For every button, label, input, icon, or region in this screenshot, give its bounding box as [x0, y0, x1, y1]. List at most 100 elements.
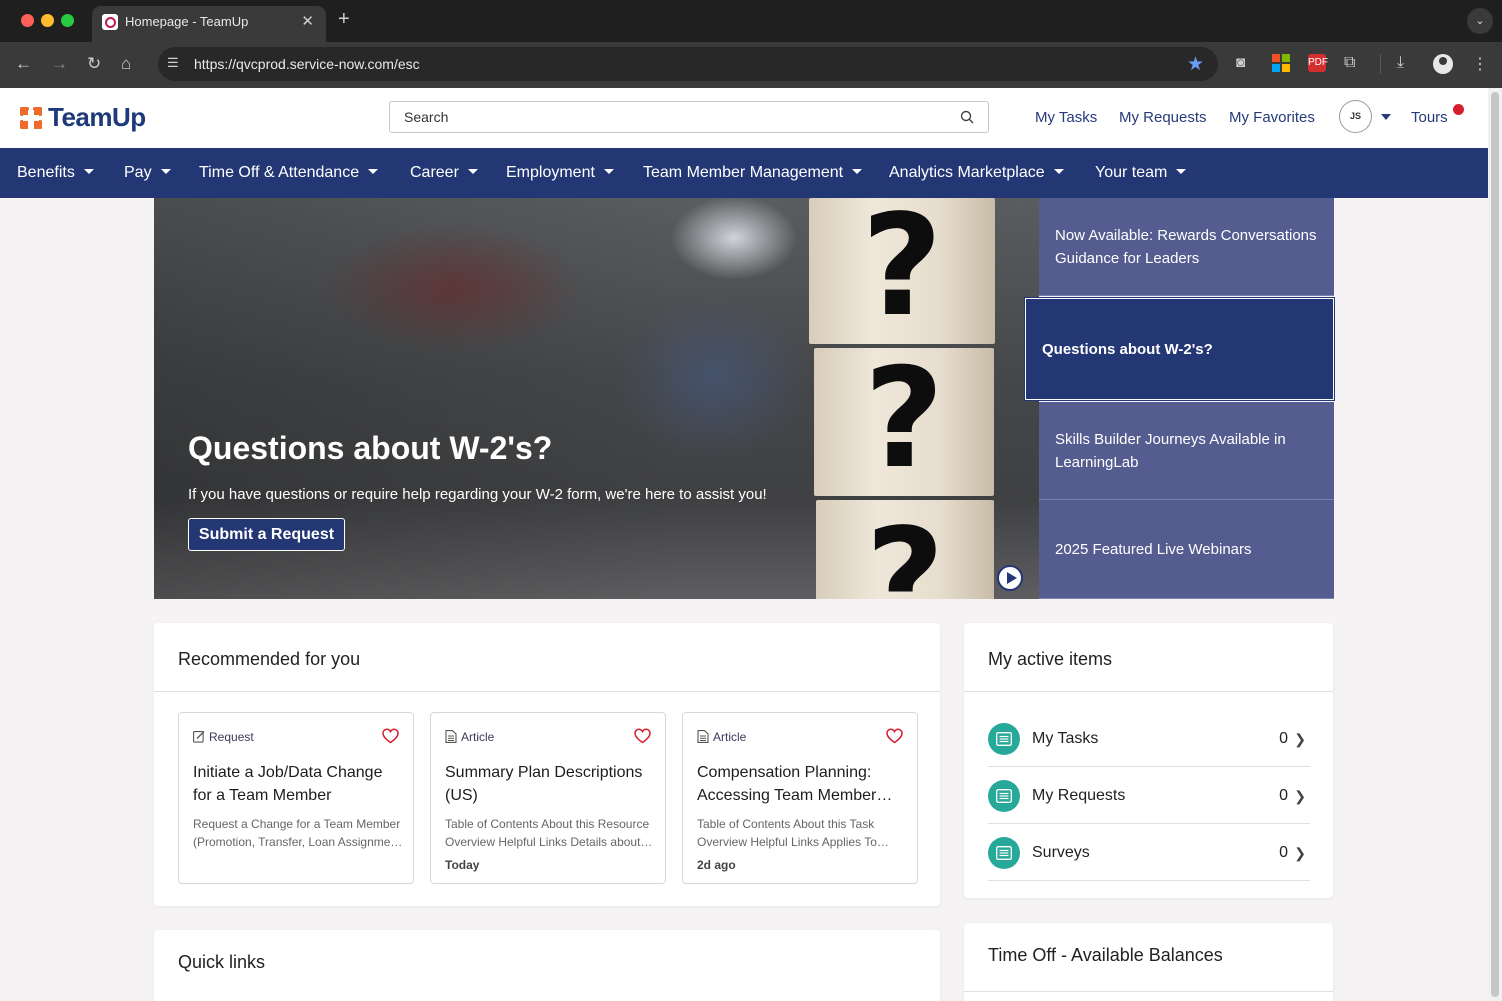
recommended-item[interactable]: Article Compensation Planning: Accessing… [682, 712, 918, 884]
microsoft-extension-icon[interactable] [1272, 54, 1290, 72]
browser-tab-bar: Homepage - TeamUp ✕ + ⌄ [0, 0, 1502, 42]
nav-item-label: Team Member Management [643, 164, 844, 181]
hero-banner: ? ? ? Questions about W-2's? If you have… [154, 198, 1039, 599]
hero-title: Questions about W-2's? [188, 430, 553, 466]
question-cube-image: ? [814, 344, 994, 496]
bookmark-star-icon[interactable]: ★ [1187, 53, 1204, 76]
item-title[interactable]: Summary Plan Descriptions (US) [445, 761, 653, 807]
carousel-item-webinars[interactable]: 2025 Featured Live Webinars [1039, 500, 1334, 599]
favorite-heart-icon[interactable] [886, 728, 903, 744]
carousel-play-icon[interactable] [997, 565, 1023, 591]
active-items-title: My active items [988, 649, 1113, 669]
item-description: Request a Change for a Team Member (Prom… [193, 815, 403, 851]
carousel-item-skills-builder[interactable]: Skills Builder Journeys Available in Lea… [1039, 402, 1334, 500]
caret-down-icon [603, 169, 614, 175]
nav-item-time-off-attendance[interactable]: Time Off & Attendance [199, 164, 379, 182]
submit-request-button[interactable]: Submit a Request [188, 518, 345, 551]
caret-down-icon [83, 169, 94, 175]
site-favicon-icon [102, 14, 118, 30]
nav-item-label: Career [410, 164, 459, 181]
caret-down-icon [160, 169, 171, 175]
item-type-label: Article [445, 730, 494, 744]
reload-icon[interactable]: ↻ [87, 54, 101, 74]
carousel-item-w2-active[interactable]: Questions about W-2's? [1024, 297, 1335, 401]
nav-item-pay[interactable]: Pay [124, 164, 171, 182]
carousel-item-rewards[interactable]: Now Available: Rewards Conversations Gui… [1039, 198, 1334, 296]
window-close-button[interactable] [21, 14, 34, 27]
item-type-label: Article [697, 730, 746, 744]
chevron-right-icon: ❯ [1294, 731, 1306, 747]
window-minimize-button[interactable] [41, 14, 54, 27]
browser-menu-icon[interactable]: ⋮ [1472, 54, 1490, 73]
home-icon[interactable]: ⌂ [121, 54, 131, 74]
hero-subtitle: If you have questions or require help re… [188, 486, 767, 503]
item-description-line: (Promotion, Transfer, Loan Assignme… [193, 835, 403, 849]
active-row-count: 0 [1279, 787, 1288, 804]
item-description-line: Table of Contents About this Task [697, 817, 875, 831]
header-link-my-tasks[interactable]: My Tasks [1035, 109, 1097, 126]
search-box[interactable] [389, 101, 989, 133]
chevron-right-icon: ❯ [1294, 845, 1306, 861]
site-header: TeamUp My Tasks My Requests My Favorites… [0, 88, 1488, 148]
profile-icon[interactable] [1433, 54, 1453, 74]
tab-search-chevron-icon[interactable]: ⌄ [1467, 8, 1493, 34]
header-link-my-requests[interactable]: My Requests [1119, 109, 1207, 126]
forward-arrow-icon[interactable]: → [51, 54, 68, 74]
active-row-label: My Tasks [1032, 730, 1099, 747]
search-input[interactable] [390, 102, 950, 132]
new-tab-button[interactable]: + [338, 8, 350, 31]
recommended-item[interactable]: Article Summary Plan Descriptions (US) T… [430, 712, 666, 884]
nav-item-analytics-marketplace[interactable]: Analytics Marketplace [889, 164, 1064, 182]
card-divider [154, 691, 940, 692]
active-row-my-requests[interactable]: My Requests 0 ❯ [988, 767, 1310, 824]
card-divider [964, 991, 1333, 992]
tab-title: Homepage - TeamUp [125, 14, 249, 29]
request-edit-icon [193, 731, 205, 743]
url-text[interactable]: https://qvcprod.service-now.com/esc [194, 56, 420, 72]
download-icon[interactable]: ⤓ [1397, 54, 1415, 72]
pdf-extension-icon[interactable]: PDF [1308, 54, 1328, 72]
toolbar-divider [1380, 54, 1381, 74]
nav-item-benefits[interactable]: Benefits [17, 164, 94, 182]
page-scrollbar[interactable] [1488, 88, 1502, 1001]
active-row-my-tasks[interactable]: My Tasks 0 ❯ [988, 710, 1310, 767]
item-description: Table of Contents About this Task Overvi… [697, 815, 907, 851]
nav-item-employment[interactable]: Employment [506, 164, 614, 182]
nav-item-career[interactable]: Career [410, 164, 478, 182]
caret-down-icon [467, 169, 478, 175]
extensions-puzzle-icon[interactable]: ⧉ [1344, 54, 1362, 72]
browser-tab[interactable]: Homepage - TeamUp ✕ [92, 6, 326, 42]
nav-item-label: Employment [506, 164, 595, 181]
nav-item-your-team[interactable]: Your team [1095, 164, 1187, 182]
caret-down-icon [368, 169, 379, 175]
header-link-my-favorites[interactable]: My Favorites [1229, 109, 1315, 126]
nav-item-label: Pay [124, 164, 152, 181]
chevron-right-icon: ❯ [1294, 788, 1306, 804]
avatar-menu-caret-icon[interactable] [1381, 114, 1391, 120]
item-type-text: Request [209, 730, 254, 744]
header-link-tours[interactable]: Tours [1411, 109, 1448, 126]
nav-item-label: Time Off & Attendance [199, 164, 360, 181]
item-title[interactable]: Initiate a Job/Data Change for a Team Me… [193, 761, 401, 807]
back-arrow-icon[interactable]: ← [15, 54, 32, 74]
item-title[interactable]: Compensation Planning: Accessing Team Me… [697, 761, 905, 807]
user-avatar[interactable]: JS [1339, 100, 1372, 133]
item-type-text: Article [461, 730, 495, 744]
article-document-icon [697, 730, 709, 743]
active-row-surveys[interactable]: Surveys 0 ❯ [988, 824, 1310, 881]
scrollbar-thumb[interactable] [1491, 92, 1499, 997]
item-description-line: Overview Helpful Links Applies To… [697, 835, 889, 849]
camera-extension-icon[interactable]: ◙ [1236, 54, 1254, 72]
active-row-label: My Requests [1032, 787, 1126, 804]
address-bar[interactable]: ☰ https://qvcprod.service-now.com/esc ★ [158, 47, 1218, 81]
nav-item-team-member-management[interactable]: Team Member Management [643, 164, 863, 182]
favorite-heart-icon[interactable] [634, 728, 651, 744]
search-icon[interactable] [960, 110, 974, 124]
site-settings-icon[interactable]: ☰ [167, 55, 185, 73]
window-zoom-button[interactable] [61, 14, 74, 27]
favorite-heart-icon[interactable] [382, 728, 399, 744]
recommended-item[interactable]: Request Initiate a Job/Data Change for a… [178, 712, 414, 884]
item-description-line: Overview Helpful Links Details about… [445, 835, 653, 849]
active-items-card: My active items My Tasks 0 ❯ My Requests… [964, 623, 1333, 898]
tab-close-icon[interactable]: ✕ [301, 12, 314, 30]
